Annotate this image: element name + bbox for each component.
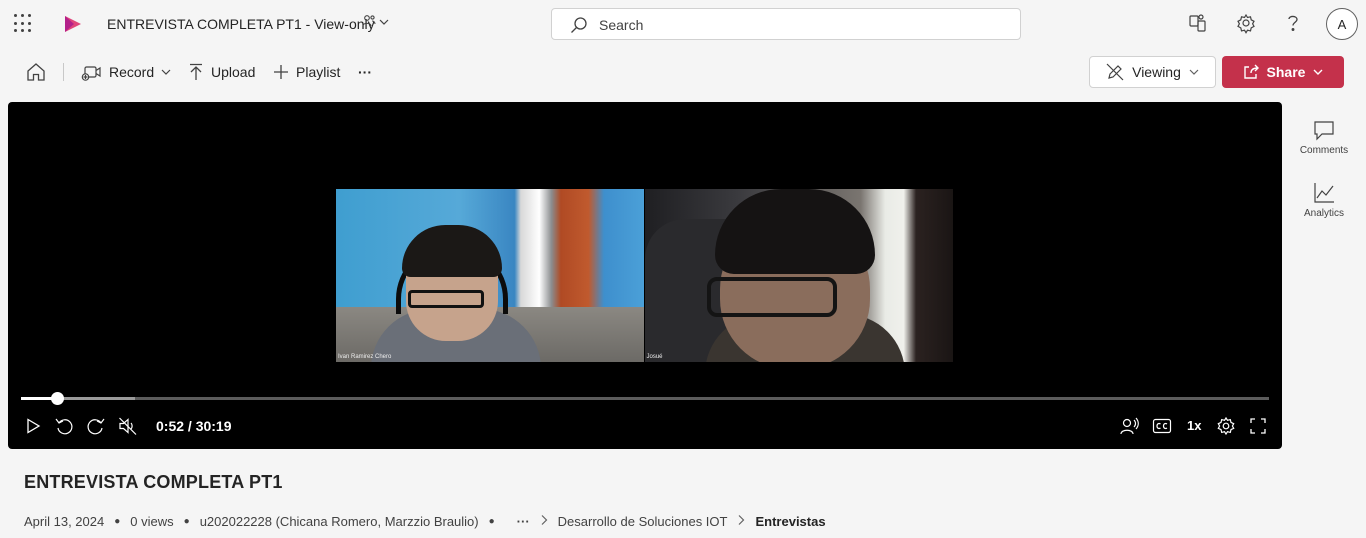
chevron-down-icon (161, 69, 171, 75)
seek-bar[interactable] (21, 397, 1269, 400)
forward-10-icon (87, 418, 105, 435)
fullscreen-button[interactable] (1248, 416, 1268, 436)
upload-arrow-icon (190, 63, 202, 80)
play-icon (27, 418, 41, 434)
breadcrumb-current[interactable]: Entrevistas (755, 514, 825, 529)
top-bar: ENTREVISTA COMPLETA PT1 - View-only Sear… (0, 0, 1366, 48)
mute-button[interactable] (118, 416, 138, 436)
comments-button[interactable]: Comments (1290, 118, 1358, 156)
more-actions-button[interactable]: ··· (358, 54, 372, 90)
chevron-down-icon[interactable] (378, 15, 390, 33)
chevron-down-icon (1189, 69, 1199, 75)
video-metadata: April 13, 2024 ● 0 views ● u202022228 (C… (24, 514, 826, 529)
viewing-label: Viewing (1132, 64, 1181, 80)
player-settings-button[interactable] (1216, 416, 1236, 436)
separator-dot: ● (488, 516, 495, 527)
rewind-10-icon (55, 418, 73, 435)
video-frame[interactable]: Ivan Ramirez Chero Josué (336, 189, 953, 362)
record-label: Record (109, 64, 155, 80)
title-actions[interactable] (362, 14, 390, 33)
captions-button[interactable] (1152, 416, 1172, 436)
viewing-mode-button[interactable]: Viewing (1089, 56, 1216, 88)
seek-thumb[interactable] (51, 392, 64, 405)
home-icon (27, 63, 45, 81)
speaker-person-icon (1120, 417, 1139, 435)
comments-label: Comments (1299, 145, 1349, 156)
people-access-icon[interactable] (362, 14, 376, 33)
toolbar-divider (63, 63, 64, 81)
user-avatar[interactable]: A (1326, 8, 1358, 40)
document-title[interactable]: ENTREVISTA COMPLETA PT1 - View-only (107, 16, 375, 32)
plus-icon (274, 65, 288, 79)
record-button[interactable]: Record (81, 54, 172, 90)
play-button[interactable] (23, 416, 43, 436)
playlist-button[interactable]: Playlist (272, 54, 340, 90)
analytics-chart-icon (1314, 183, 1334, 203)
analytics-label: Analytics (1303, 208, 1344, 219)
breadcrumb-more-button[interactable]: ··· (517, 514, 530, 529)
share-icon (1243, 64, 1259, 79)
share-label: Share (1266, 64, 1306, 80)
separator-dot: ● (114, 516, 121, 527)
command-bar: Record Upload Playlist ··· Viewing Share (0, 54, 1366, 90)
search-box[interactable]: Search (551, 8, 1021, 40)
upload-button[interactable]: Upload (187, 54, 255, 90)
stream-logo-icon[interactable] (62, 14, 84, 39)
chevron-down-icon (1313, 69, 1323, 75)
participant-name: Josué (646, 354, 663, 360)
analytics-button[interactable]: Analytics (1290, 181, 1358, 219)
record-camera-icon (81, 66, 101, 81)
chevron-right-icon (736, 514, 746, 529)
speaker-muted-icon (119, 417, 137, 435)
edit-off-icon (1106, 63, 1124, 81)
skip-back-button[interactable] (54, 416, 74, 436)
transcript-button[interactable] (1119, 416, 1139, 436)
comment-icon (1314, 121, 1334, 141)
skip-forward-button[interactable] (86, 416, 106, 436)
closed-captions-icon (1152, 418, 1172, 434)
playlist-label: Playlist (296, 64, 341, 80)
video-title: ENTREVISTA COMPLETA PT1 (24, 472, 283, 492)
share-content-icon[interactable] (1188, 12, 1208, 39)
chevron-right-icon (539, 514, 549, 529)
video-player[interactable]: Ivan Ramirez Chero Josué 0:52 / 30:19 1x (8, 102, 1282, 449)
search-icon (570, 16, 588, 39)
playback-speed-button[interactable]: 1x (1187, 418, 1201, 433)
time-display: 0:52 / 30:19 (156, 418, 232, 434)
participant-name: Ivan Ramirez Chero (338, 354, 392, 360)
settings-gear-icon[interactable] (1236, 12, 1256, 39)
breadcrumb-item[interactable]: Desarrollo de Soluciones IOT (558, 514, 728, 529)
view-count: 0 views (130, 514, 174, 529)
fullscreen-icon (1250, 418, 1266, 434)
upload-date: April 13, 2024 (24, 514, 105, 529)
app-launcher-icon[interactable] (14, 14, 34, 34)
participant-tile: Ivan Ramirez Chero (336, 189, 644, 362)
home-button[interactable] (25, 54, 47, 90)
owner-name[interactable]: u202022228 (Chicana Romero, Marzzio Brau… (200, 514, 479, 529)
help-icon[interactable] (1285, 12, 1301, 39)
separator-dot: ● (183, 516, 190, 527)
upload-label: Upload (211, 64, 256, 80)
participant-tile: Josué (644, 189, 953, 362)
gear-icon (1217, 416, 1235, 436)
search-placeholder: Search (599, 17, 644, 33)
share-button[interactable]: Share (1222, 56, 1344, 88)
